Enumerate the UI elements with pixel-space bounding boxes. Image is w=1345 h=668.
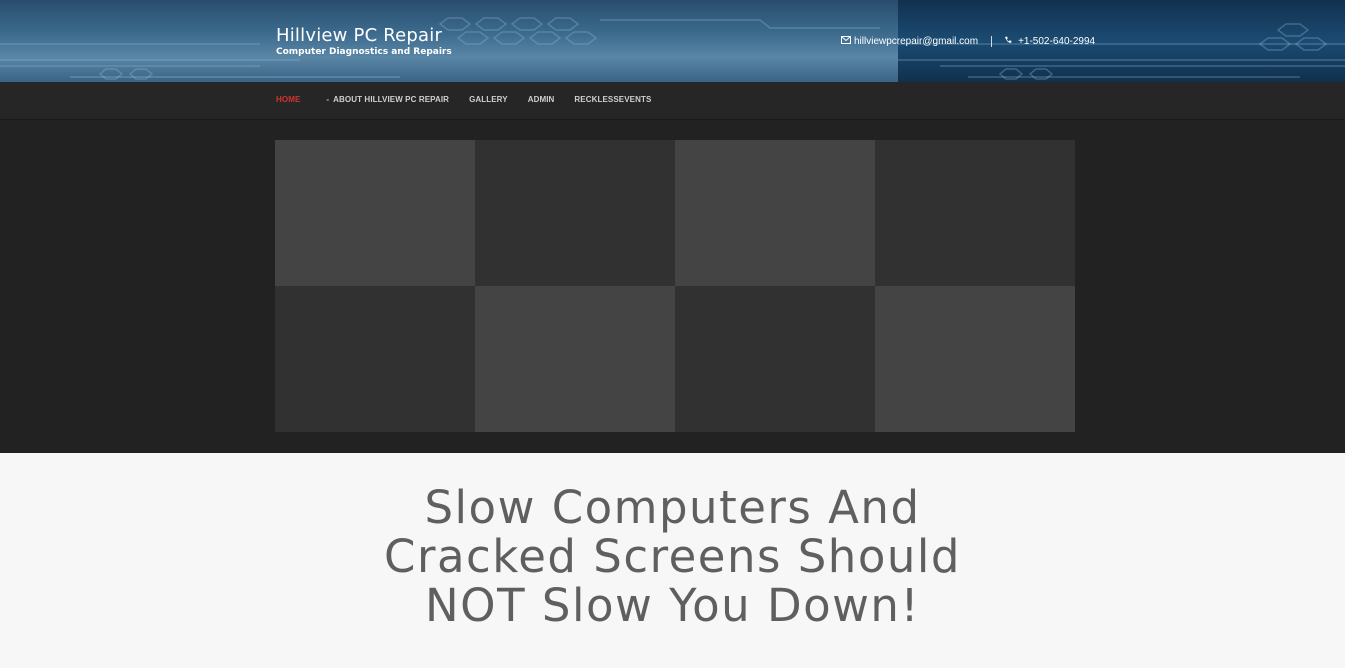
hero-section: Slow Computers And Cracked Screens Shoul… <box>0 453 1345 668</box>
slider-tile <box>875 140 1075 286</box>
nav-item-prefix: - <box>326 95 330 104</box>
nav-item-gallery[interactable]: GALLERY <box>469 95 508 104</box>
nav-item-label: ABOUT HILLVIEW PC REPAIR <box>333 95 450 104</box>
nav-item-label: ADMIN <box>527 95 555 104</box>
hero-line: Cracked Screens Should <box>384 530 961 583</box>
contact-phone[interactable]: +1-502-640-2994 <box>1018 36 1095 47</box>
main-navigation: HOME - ABOUT HILLVIEW PC REPAIR GALLERY A… <box>0 82 1345 120</box>
hero-heading: Slow Computers And Cracked Screens Shoul… <box>0 483 1345 630</box>
slider-tile <box>475 286 675 432</box>
slider-placeholder-grid <box>275 140 1075 432</box>
slider-tile <box>275 140 475 286</box>
nav-item-label: RECKLESSEVENTS <box>574 95 652 104</box>
nav-item-about[interactable]: - ABOUT HILLVIEW PC REPAIR <box>326 95 449 104</box>
phone-icon <box>1004 36 1012 47</box>
hero-line: Slow Computers And <box>424 481 921 534</box>
nav-item-recklessevents[interactable]: RECKLESSEVENTS <box>574 95 651 104</box>
nav-item-label: GALLERY <box>469 95 508 104</box>
contact-email[interactable]: hillviewpcrepair@gmail.com <box>854 36 978 47</box>
nav-item-label: HOME <box>276 95 301 104</box>
hero-line: NOT Slow You Down! <box>425 579 920 632</box>
slider-tile <box>675 286 875 432</box>
slider-tile <box>475 140 675 286</box>
nav-item-home[interactable]: HOME <box>276 95 300 104</box>
contact-divider <box>991 36 993 47</box>
image-slider <box>0 120 1345 453</box>
site-tagline: Computer Diagnostics and Repairs <box>276 47 452 57</box>
site-header: Hillview PC Repair Computer Diagnostics … <box>0 0 1345 82</box>
nav-item-admin[interactable]: ADMIN <box>528 95 555 104</box>
header-contact: hillviewpcrepair@gmail.com +1-502-640-29… <box>841 36 1095 47</box>
site-title[interactable]: Hillview PC Repair <box>276 26 452 46</box>
slider-tile <box>275 286 475 432</box>
site-brand[interactable]: Hillview PC Repair Computer Diagnostics … <box>276 26 452 58</box>
slider-tile <box>875 286 1075 432</box>
circuit-pattern-decoration <box>0 17 1345 80</box>
slider-tile <box>675 140 875 286</box>
envelope-icon <box>841 36 851 47</box>
